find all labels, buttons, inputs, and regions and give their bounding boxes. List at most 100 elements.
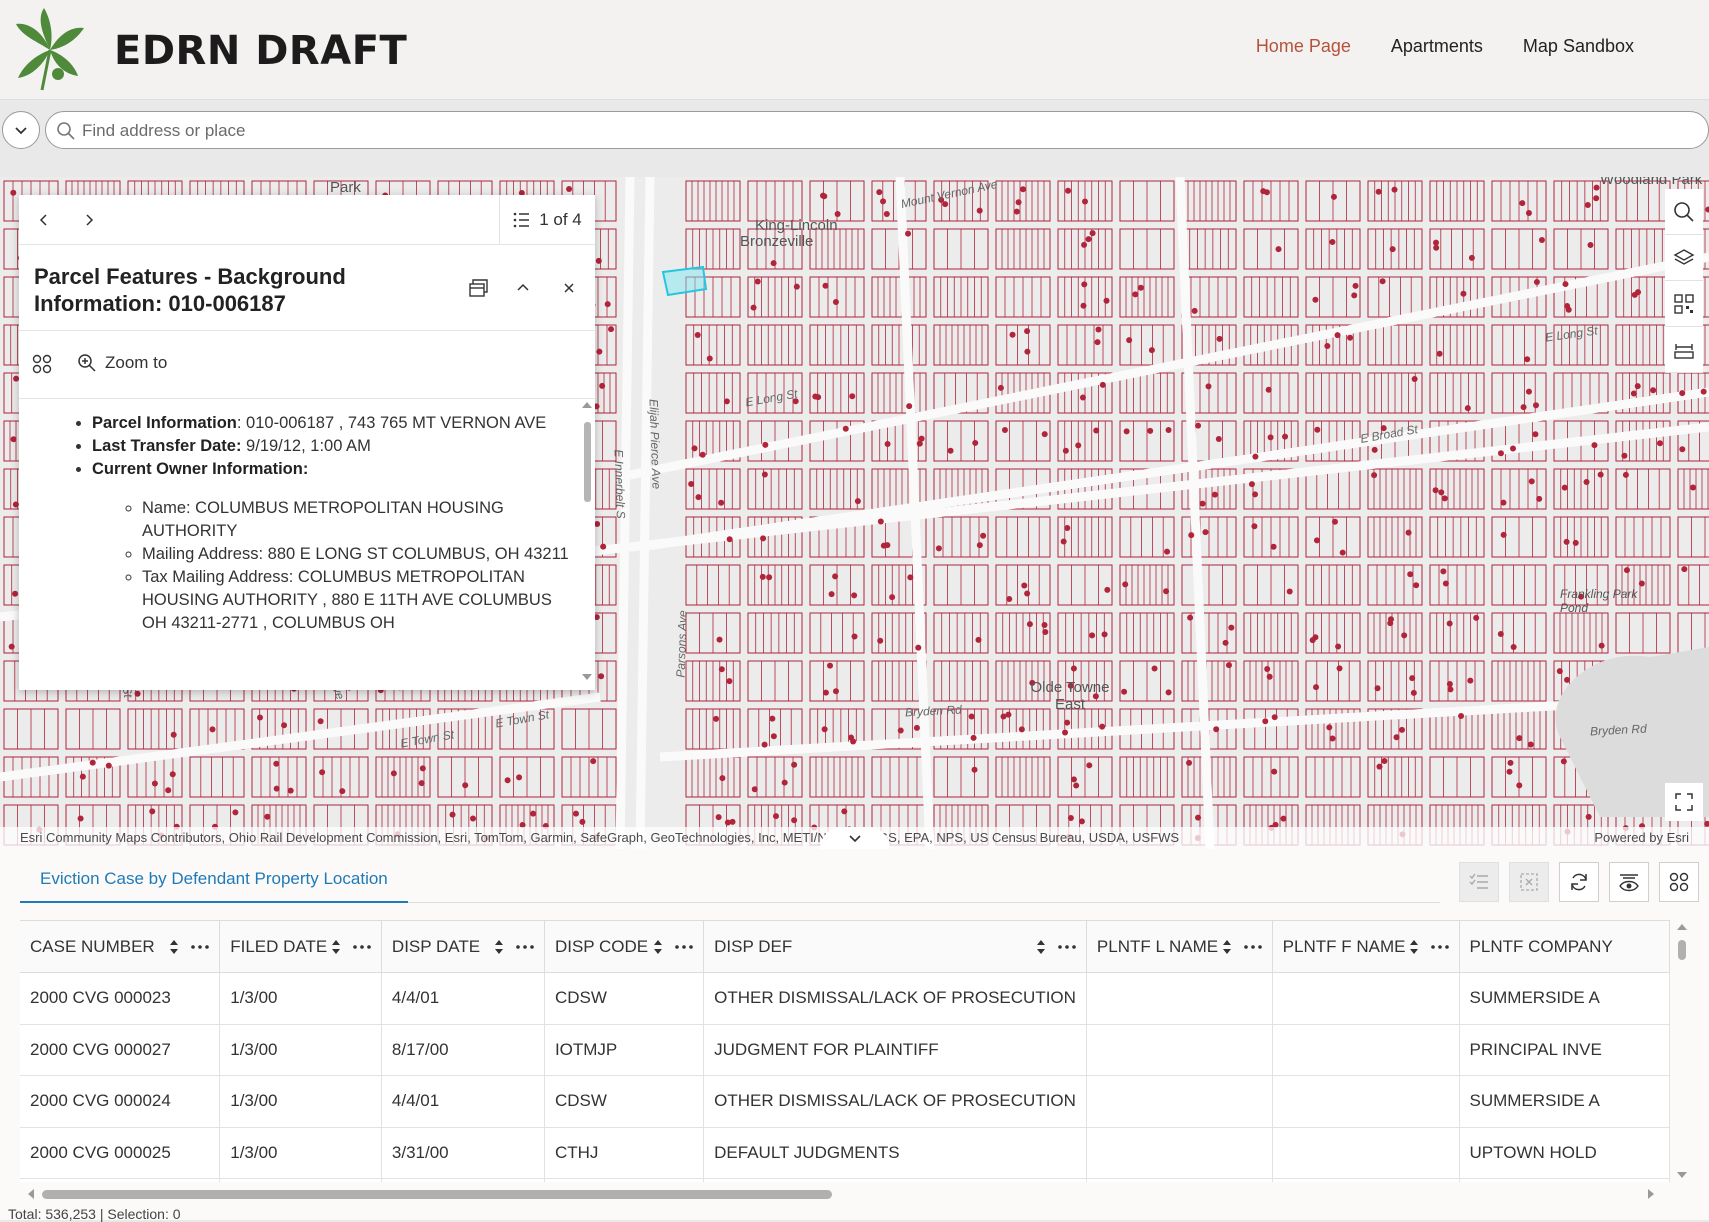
scroll-up-arrow[interactable]	[581, 400, 593, 410]
more-options-icon[interactable]	[191, 944, 210, 949]
column-header-label: DISP DATE	[391, 936, 481, 956]
nav-apartments[interactable]: Apartments	[1391, 36, 1483, 57]
next-feature-button[interactable]	[76, 207, 102, 233]
select-button[interactable]	[1665, 281, 1703, 327]
map-street-label: E Innerbelt S	[611, 449, 628, 519]
powered-by-esri[interactable]: Powered by Esri	[1594, 830, 1689, 845]
search-bar	[0, 100, 1709, 168]
table-cell: 4/4/01	[381, 972, 545, 1025]
buckeye-leaf-logo	[16, 8, 84, 91]
table-row[interactable]: 2000 CVG 000023 1/3/00 4/4/01 CDSW OTHER DIS…	[20, 972, 1670, 1025]
close-popup-button[interactable]	[556, 275, 582, 301]
column-header[interactable]: PLNTF COMPANY	[1459, 920, 1670, 973]
more-options-icon[interactable]	[1430, 944, 1449, 949]
sort-icon[interactable]	[653, 939, 663, 955]
feature-popup: 1 of 4 Parcel Features - Background Info…	[19, 195, 595, 690]
sort-icon[interactable]	[494, 939, 504, 955]
table-options-button[interactable]	[1659, 862, 1699, 902]
column-header[interactable]: PLNTF F NAME	[1272, 920, 1460, 973]
column-header[interactable]: FILED DATE	[219, 920, 382, 973]
more-options-icon[interactable]	[353, 944, 371, 949]
eye-filter-icon	[1619, 874, 1639, 892]
popup-actions-bar: Zoom to	[19, 331, 595, 399]
zoom-to-button[interactable]: Zoom to	[77, 353, 167, 373]
show-hide-columns-button[interactable]	[1609, 862, 1649, 902]
search-input[interactable]	[82, 118, 1582, 144]
layers-icon	[1673, 248, 1695, 265]
table-vertical-scrollbar[interactable]	[1675, 922, 1689, 1180]
table-row[interactable]: 2000 CVG 000027 1/3/00 8/17/00 IOTMJP JUDGME…	[20, 1024, 1670, 1076]
table-cell: JUDGMENT FOR PLAINTIFF	[703, 1024, 1087, 1076]
feature-list-button[interactable]: 1 of 4	[499, 195, 595, 245]
last-transfer-date: Last Transfer Date: 9/19/12, 1:00 AM	[92, 435, 579, 458]
table-row[interactable]	[20, 1178, 1670, 1182]
collapse-popup-button[interactable]	[510, 275, 536, 301]
table-tabs: Eviction Case by Defendant Property Loca…	[20, 849, 1440, 903]
table-cell: CDSW	[544, 1075, 705, 1128]
more-options-icon[interactable]	[675, 944, 693, 949]
map-place-label: Park	[330, 179, 361, 196]
column-header[interactable]: DISP CODE	[544, 920, 705, 973]
table-row[interactable]: 2000 CVG 000025 1/3/00 3/31/00 CTHJ DEFAULT …	[20, 1127, 1670, 1179]
show-selection-button[interactable]	[1459, 862, 1499, 902]
table-cell	[703, 1178, 1087, 1182]
tab-eviction-case[interactable]: Eviction Case by Defendant Property Loca…	[20, 849, 408, 903]
popup-scrollbar[interactable]	[581, 400, 593, 682]
clear-selection-button[interactable]	[1509, 862, 1549, 902]
scroll-left-arrow[interactable]	[26, 1187, 36, 1201]
table-row[interactable]: 2000 CVG 000024 1/3/00 4/4/01 CDSW OTHER DIS…	[20, 1075, 1670, 1128]
more-options-icon[interactable]	[516, 944, 534, 949]
refresh-button[interactable]	[1559, 862, 1599, 902]
more-actions-button[interactable]	[31, 353, 53, 380]
column-header-label: PLNTF COMPANY	[1469, 936, 1613, 956]
sort-icon[interactable]	[1036, 939, 1046, 955]
scroll-up-arrow[interactable]	[1675, 922, 1689, 932]
table-cell	[1272, 1075, 1460, 1128]
sort-icon[interactable]	[1409, 939, 1419, 955]
dock-popup-button[interactable]	[465, 275, 491, 301]
table-cell: OTHER DISMISSAL/LACK OF PROSECUTION	[703, 972, 1087, 1025]
popup-header: Parcel Features - Background Information…	[19, 245, 595, 331]
nav-home-page[interactable]: Home Page	[1256, 36, 1351, 57]
previous-feature-button[interactable]	[31, 207, 57, 233]
column-header[interactable]: DISP DATE	[381, 920, 545, 973]
scroll-right-arrow[interactable]	[1646, 1187, 1656, 1201]
apps-grid-icon	[1669, 872, 1689, 892]
fullscreen-button[interactable]	[1665, 783, 1703, 821]
nav-map-sandbox[interactable]: Map Sandbox	[1523, 36, 1634, 57]
map-search-button[interactable]	[1665, 189, 1703, 235]
layers-button[interactable]	[1665, 235, 1703, 281]
table-header-row: CASE NUMBER FILED DATE DISP DATE DISP CODE D…	[20, 920, 1670, 973]
scroll-down-arrow[interactable]	[1675, 1170, 1689, 1180]
attribution-toggle[interactable]	[820, 827, 890, 849]
table-cell	[20, 1178, 221, 1182]
map-street-label: Bryden Rd	[1589, 721, 1648, 739]
table-vertical-scroll-thumb[interactable]	[1678, 940, 1686, 960]
measure-button[interactable]	[1665, 327, 1703, 373]
table-cell: CTHJ	[544, 1127, 705, 1179]
apps-grid-icon	[32, 354, 52, 374]
column-header[interactable]: PLNTF L NAME	[1086, 920, 1273, 973]
sort-icon[interactable]	[169, 939, 179, 955]
map-place-label: Olde Towne East	[1030, 679, 1110, 713]
sort-icon[interactable]	[331, 939, 341, 955]
map-place-label: Bronzeville	[740, 233, 814, 250]
search-box	[45, 111, 1709, 149]
column-header[interactable]: DISP DEF	[703, 920, 1087, 973]
map-street-label: Bryden Rd	[904, 702, 963, 720]
table-horizontal-scroll-thumb[interactable]	[42, 1190, 832, 1199]
zoom-to-label: Zoom to	[105, 353, 168, 372]
column-header[interactable]: CASE NUMBER	[20, 920, 221, 973]
search-icon	[1674, 201, 1694, 222]
popup-content: Parcel Information: 010-006187 , 743 765…	[19, 400, 579, 690]
table-cell: 1/3/00	[219, 1075, 382, 1128]
more-options-icon[interactable]	[1243, 944, 1262, 949]
popup-scroll-thumb[interactable]	[584, 422, 591, 502]
sort-icon[interactable]	[1222, 939, 1232, 955]
table-cell: 2000 CVG 000027	[20, 1024, 221, 1076]
owner-tax-mailing-address: Tax Mailing Address: COLUMBUS METROPOLIT…	[142, 566, 579, 635]
search-source-dropdown[interactable]	[2, 111, 40, 149]
table-horizontal-scrollbar[interactable]	[20, 1187, 1670, 1201]
more-options-icon[interactable]	[1058, 944, 1076, 949]
scroll-down-arrow[interactable]	[581, 672, 593, 682]
